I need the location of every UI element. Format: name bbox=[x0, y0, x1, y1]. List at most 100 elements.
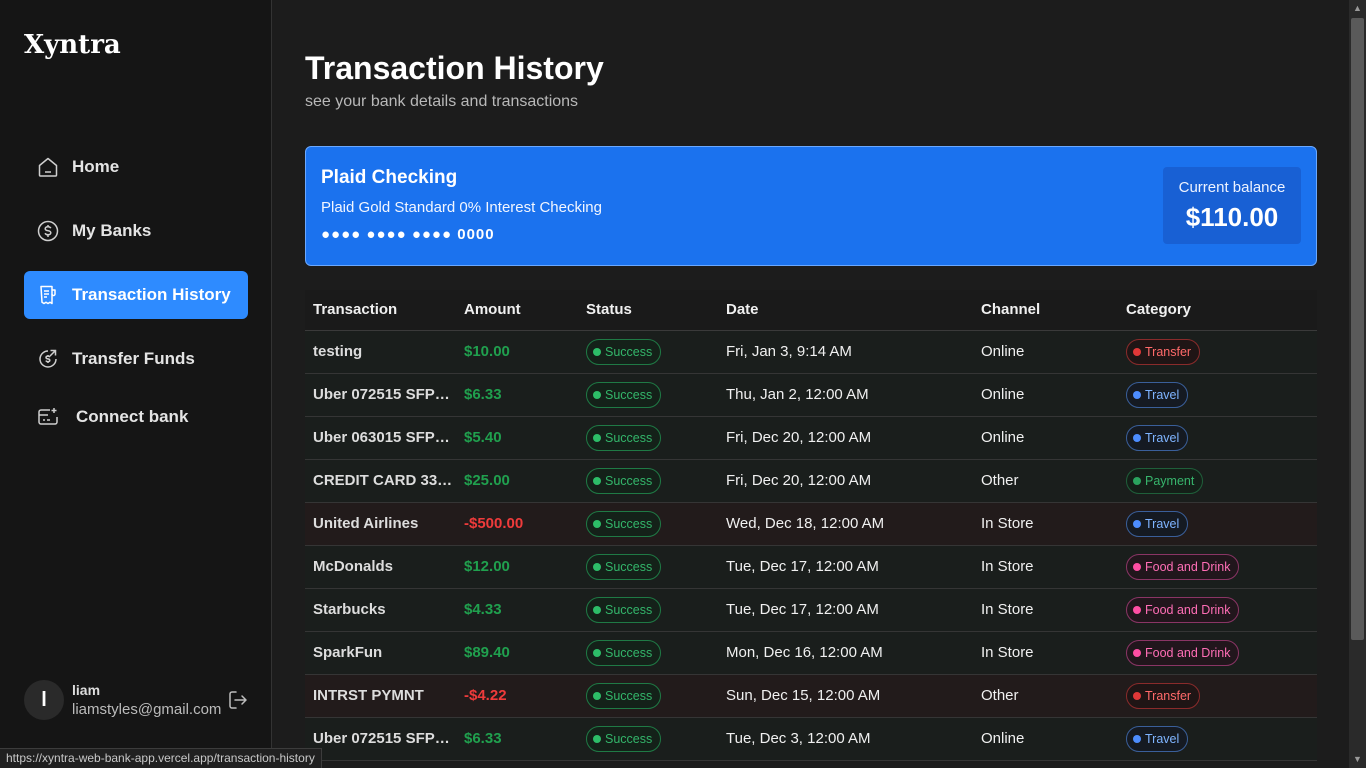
table-row[interactable]: CREDIT CARD 33… $25.00 Success Fri, Dec 20,… bbox=[305, 459, 1317, 503]
transaction-name: Starbucks bbox=[305, 588, 456, 632]
transaction-date: Tue, Dec 3, 12:00 AM bbox=[718, 717, 973, 761]
transaction-amount: $10.00 bbox=[456, 330, 578, 374]
status-label: Success bbox=[605, 559, 653, 574]
table-row[interactable]: McDonalds $12.00 Success Tue, Dec 17, 12:00… bbox=[305, 545, 1317, 589]
category-cell: Food and Drink bbox=[1118, 545, 1317, 589]
transaction-name: Uber 072515 SFP… bbox=[305, 373, 456, 417]
status-cell: Success bbox=[578, 717, 718, 761]
sidebar-item-transfer-funds[interactable]: Transfer Funds bbox=[24, 335, 248, 383]
status-cell: Success bbox=[578, 588, 718, 632]
status-label: Success bbox=[605, 430, 653, 445]
page-title: Transaction History bbox=[305, 50, 604, 86]
table-row[interactable]: Uber 063015 SFP… $5.40 Success Fri, Dec 20,… bbox=[305, 416, 1317, 460]
status-label: Success bbox=[605, 344, 653, 359]
transaction-date: Tue, Dec 17, 12:00 AM bbox=[718, 588, 973, 632]
category-badge: Food and Drink bbox=[1126, 553, 1240, 580]
category-cell: Payment bbox=[1118, 459, 1317, 503]
table-row[interactable]: Starbucks $4.33 Success Tue, Dec 17, 12:00 … bbox=[305, 588, 1317, 632]
scroll-up-arrow-icon[interactable]: ▲ bbox=[1349, 0, 1366, 17]
balance-box: Current balance $110.00 bbox=[1163, 167, 1301, 244]
table-row[interactable]: Uber 072515 SFP… $6.33 Success Thu, Jan 2, … bbox=[305, 373, 1317, 417]
transaction-channel: Online bbox=[973, 330, 1118, 374]
category-badge: Travel bbox=[1126, 381, 1189, 408]
table-row[interactable]: testing $10.00 Success Fri, Jan 3, 9:14 AM O… bbox=[305, 330, 1317, 374]
page-scrollbar[interactable]: ▲ ▼ bbox=[1349, 0, 1366, 768]
column-header: Category bbox=[1118, 290, 1317, 331]
balance-value: $110.00 bbox=[1185, 202, 1279, 232]
bank-name: Plaid Checking bbox=[321, 167, 458, 188]
transaction-date: Tue, Dec 17, 12:00 AM bbox=[718, 545, 973, 589]
status-label: Success bbox=[605, 516, 653, 531]
column-header: Date bbox=[718, 290, 973, 331]
logout-icon[interactable] bbox=[226, 688, 250, 712]
status-badge: Success bbox=[586, 596, 662, 623]
transaction-name: McDonalds bbox=[305, 545, 456, 589]
status-dot-icon bbox=[593, 390, 601, 399]
category-dot-icon bbox=[1133, 476, 1141, 485]
category-badge: Payment bbox=[1126, 467, 1204, 494]
status-dot-icon bbox=[593, 347, 601, 356]
status-label: Success bbox=[605, 645, 653, 660]
table-row[interactable]: SparkFun $89.40 Success Mon, Dec 16, 12:00 … bbox=[305, 631, 1317, 675]
category-label: Food and Drink bbox=[1145, 559, 1231, 574]
avatar: l bbox=[24, 680, 64, 720]
category-cell: Travel bbox=[1118, 717, 1317, 761]
status-badge: Success bbox=[586, 338, 662, 365]
transaction-name: United Airlines bbox=[305, 502, 456, 546]
table-row[interactable]: INTRST PYMNT -$4.22 Success Sun, Dec 15, 12… bbox=[305, 674, 1317, 718]
user-email: liamstyles@gmail.com bbox=[72, 701, 222, 718]
table-row[interactable]: Uber 072515 SFP… $6.33 Success Tue, Dec 3, … bbox=[305, 717, 1317, 761]
table-body: testing $10.00 Success Fri, Jan 3, 9:14 AM O… bbox=[305, 330, 1317, 761]
dollar-circle-icon bbox=[24, 207, 72, 255]
category-dot-icon bbox=[1133, 519, 1141, 528]
sidebar-item-label: Home bbox=[72, 157, 120, 176]
status-badge: Success bbox=[586, 510, 662, 537]
category-label: Food and Drink bbox=[1145, 645, 1231, 660]
category-badge: Travel bbox=[1126, 510, 1189, 537]
transaction-channel: In Store bbox=[973, 502, 1118, 546]
status-badge: Success bbox=[586, 467, 662, 494]
category-dot-icon bbox=[1133, 691, 1141, 700]
page-subtitle: see your bank details and transactions bbox=[305, 93, 579, 110]
transaction-channel: In Store bbox=[973, 588, 1118, 632]
category-label: Travel bbox=[1145, 430, 1180, 445]
status-dot-icon bbox=[593, 691, 601, 700]
category-cell: Travel bbox=[1118, 502, 1317, 546]
transaction-amount: $6.33 bbox=[456, 717, 578, 761]
status-dot-icon bbox=[593, 433, 601, 442]
card-add-icon bbox=[24, 393, 72, 441]
sidebar-item-home[interactable]: Home bbox=[24, 143, 248, 191]
category-badge: Transfer bbox=[1126, 338, 1201, 365]
category-cell: Food and Drink bbox=[1118, 631, 1317, 675]
table-row[interactable]: United Airlines -$500.00 Success Wed, Dec 1… bbox=[305, 502, 1317, 546]
sidebar-item-connect-bank[interactable]: Connect bank bbox=[24, 393, 248, 441]
column-header: Channel bbox=[973, 290, 1118, 331]
sidebar-item-transaction-history[interactable]: Transaction History bbox=[24, 271, 248, 319]
category-label: Food and Drink bbox=[1145, 602, 1231, 617]
scrollbar-thumb[interactable] bbox=[1351, 18, 1364, 640]
transaction-date: Mon, Dec 16, 12:00 AM bbox=[718, 631, 973, 675]
user-info: liam liamstyles@gmail.com bbox=[72, 680, 221, 720]
transaction-name: testing bbox=[305, 330, 456, 374]
table-header-row: Transaction Amount Status Date Channel C… bbox=[305, 290, 1317, 331]
column-header: Transaction bbox=[305, 290, 456, 331]
status-dot-icon bbox=[593, 605, 601, 614]
category-cell: Travel bbox=[1118, 373, 1317, 417]
transaction-amount: $25.00 bbox=[456, 459, 578, 503]
home-icon bbox=[24, 143, 72, 191]
balance-label: Current balance bbox=[1178, 179, 1286, 196]
category-dot-icon bbox=[1133, 648, 1141, 657]
status-badge: Success bbox=[586, 639, 662, 666]
category-badge: Travel bbox=[1126, 424, 1189, 451]
transaction-amount: $6.33 bbox=[456, 373, 578, 417]
status-dot-icon bbox=[593, 734, 601, 743]
status-cell: Success bbox=[578, 373, 718, 417]
category-label: Travel bbox=[1145, 731, 1180, 746]
user-name: liam bbox=[72, 682, 101, 698]
category-dot-icon bbox=[1133, 734, 1141, 743]
scroll-down-arrow-icon[interactable]: ▼ bbox=[1349, 751, 1366, 768]
status-cell: Success bbox=[578, 416, 718, 460]
app-logo[interactable]: Xyntra bbox=[24, 30, 121, 60]
status-badge: Success bbox=[586, 553, 662, 580]
sidebar-item-my-banks[interactable]: My Banks bbox=[24, 207, 248, 255]
